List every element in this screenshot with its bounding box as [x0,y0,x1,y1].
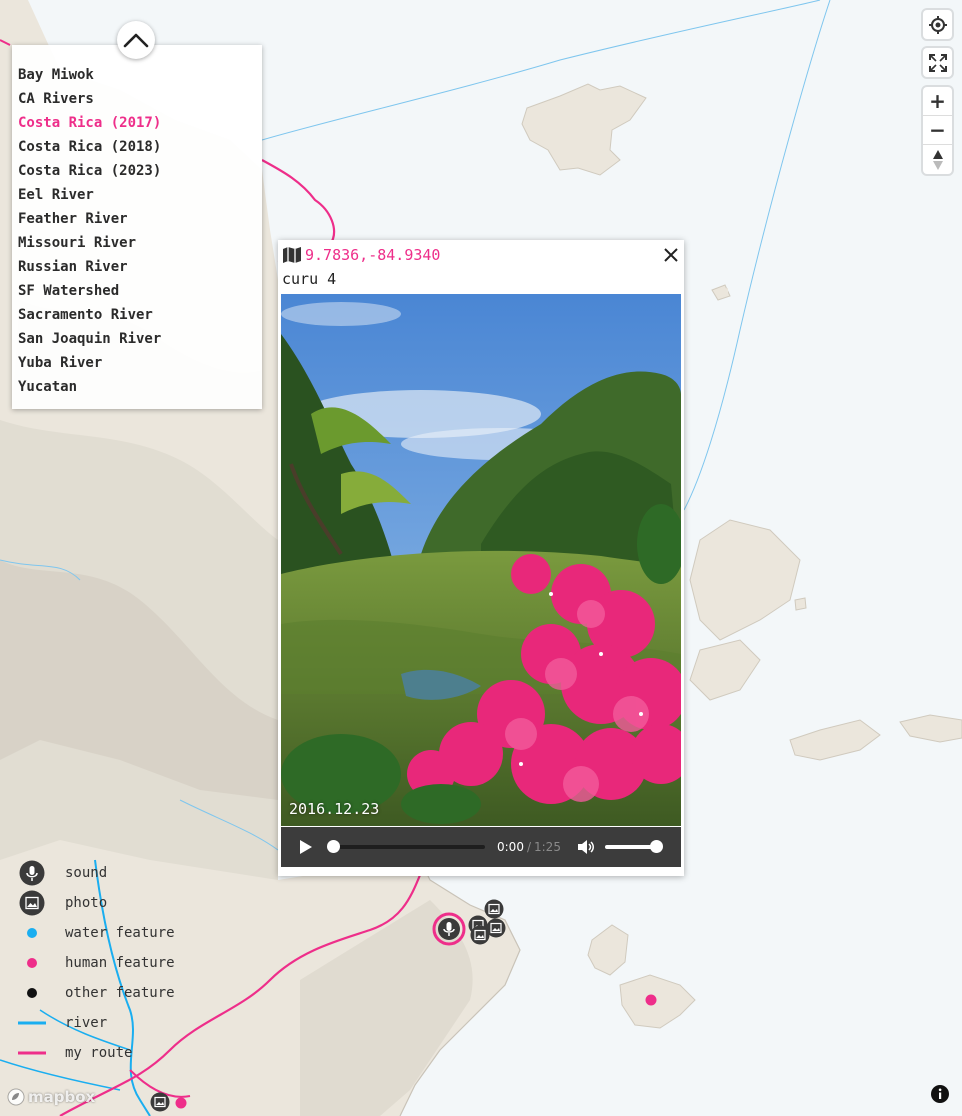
legend-item-human-feature: human feature [18,948,175,978]
legend-label: human feature [65,955,175,971]
popup-title: curu 4 [282,270,337,288]
volume-icon [577,840,594,854]
compass-button[interactable] [923,145,952,174]
photo-marker[interactable] [486,918,506,942]
info-icon [931,1085,949,1103]
human-feature-marker[interactable] [645,991,657,1010]
popup-coordinates: 9.7836,-84.9340 [305,246,441,264]
close-icon [664,248,678,262]
mapbox-icon [7,1088,25,1106]
photo-marker[interactable] [150,1092,170,1116]
dot-icon [18,949,46,977]
legend-item-water-feature: water feature [18,918,175,948]
legend-item-river: river [18,1008,175,1038]
project-item-san-joaquin-river[interactable]: San Joaquin River [12,327,262,351]
compass-icon [932,149,943,170]
popup-close-button[interactable] [660,244,682,266]
project-item-bay-miwok[interactable]: Bay Miwok [12,63,262,87]
line-icon [18,1039,46,1067]
mute-button[interactable] [577,839,595,855]
island-north [521,83,647,176]
dot-icon [18,919,46,947]
attribution-button[interactable] [930,1084,950,1104]
photo-date: 2016.12.23 [289,800,380,818]
current-time: 0:00 [497,840,524,854]
zoom-out-button[interactable]: − [923,116,952,145]
expand-icon [928,53,947,72]
zoom-in-button[interactable]: + [923,87,952,116]
microphone-icon [432,912,466,946]
geolocate-button[interactable] [923,10,952,39]
volume-slider[interactable] [604,840,663,853]
project-item-costa-rica-2023[interactable]: Costa Rica (2023) [12,159,262,183]
project-item-sf-watershed[interactable]: SF Watershed [12,279,262,303]
fullscreen-control [923,48,952,77]
project-item-costa-rica-2018[interactable]: Costa Rica (2018) [12,135,262,159]
map-canvas[interactable]: Bay Miwok CA Rivers Costa Rica (2017) Co… [0,0,962,1116]
project-item-feather-river[interactable]: Feather River [12,207,262,231]
legend-label: sound [65,865,108,881]
project-item-russian-river[interactable]: Russian River [12,255,262,279]
duration: 1:25 [534,840,561,854]
navigation-control: + − [923,87,952,174]
mapbox-logo-text: mapbox [28,1088,96,1106]
project-menu: Bay Miwok CA Rivers Costa Rica (2017) Co… [12,45,262,409]
zoom-in-label: + [929,89,946,113]
legend-label: my route [65,1045,133,1061]
photo-image [281,294,681,826]
map-icon [282,246,302,264]
legend-label: river [65,1015,108,1031]
volume-handle[interactable] [649,840,663,853]
mapbox-logo[interactable]: mapbox [7,1088,95,1106]
play-icon [300,840,312,854]
photo-icon [18,889,46,917]
zoom-out-label: − [929,118,946,142]
project-item-missouri-river[interactable]: Missouri River [12,231,262,255]
photo-icon [486,918,506,938]
legend-item-sound: sound [18,858,175,888]
time-separator: / [526,840,531,854]
project-item-ca-rivers[interactable]: CA Rivers [12,87,262,111]
dot-icon [175,1097,187,1109]
line-icon [18,1009,46,1037]
chevron-up-icon [123,33,149,48]
legend-item-my-route: my route [18,1038,175,1068]
crosshair-icon [928,15,947,34]
legend-item-other-feature: other feature [18,978,175,1008]
project-item-sacramento-river[interactable]: Sacramento River [12,303,262,327]
menu-collapse-button[interactable] [117,21,155,59]
seek-handle[interactable] [327,840,340,853]
map-legend: sound photo water feature human feature [18,858,175,1068]
geolocate-control [923,10,952,39]
legend-label: water feature [65,925,175,941]
project-item-costa-rica-2017[interactable]: Costa Rica (2017) [12,111,262,135]
project-item-yuba-river[interactable]: Yuba River [12,351,262,375]
seek-slider[interactable] [327,840,485,853]
popup-photo: 2016.12.23 [281,294,681,826]
human-feature-marker[interactable] [175,1094,187,1113]
microphone-icon [18,859,46,887]
audio-player: 0:00 / 1:25 [281,827,681,867]
feature-popup: 9.7836,-84.9340 curu 4 2016.12.23 0:00 /… [278,240,684,876]
legend-label: other feature [65,985,175,1001]
fullscreen-button[interactable] [923,48,952,77]
project-item-eel-river[interactable]: Eel River [12,183,262,207]
project-item-yucatan[interactable]: Yucatan [12,375,262,399]
dot-icon [645,994,657,1006]
popup-coordinates-link[interactable]: 9.7836,-84.9340 [282,246,440,264]
legend-label: photo [65,895,108,911]
dot-icon [18,979,46,1007]
sound-marker[interactable] [432,912,466,950]
photo-icon [150,1092,170,1112]
legend-item-photo: photo [18,888,175,918]
play-button[interactable] [299,839,313,855]
